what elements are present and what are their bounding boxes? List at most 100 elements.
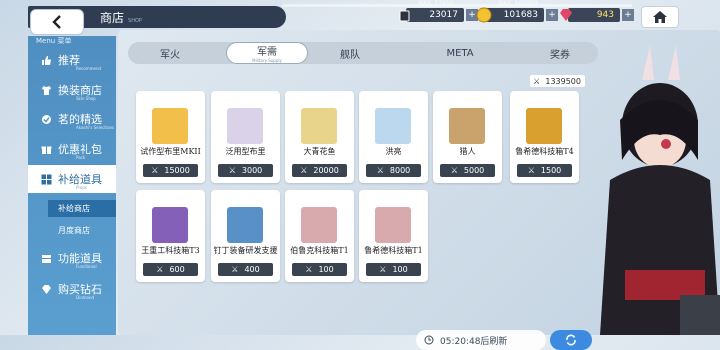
sidebar-item-diamond[interactable]: 购买钻石 Diamond	[28, 275, 116, 303]
sidebar-item-props[interactable]: 补给道具 Props	[28, 165, 116, 193]
item-image-icon	[152, 108, 188, 144]
tab-label: META	[446, 47, 474, 59]
subitem-label: 月度商店	[58, 226, 90, 235]
item-name: 伯鲁克科技箱T1	[290, 246, 349, 255]
crossed-swords-icon: ⚔	[300, 166, 308, 175]
crossed-swords-icon: ⚔	[231, 265, 239, 274]
item-price: ⚔ 1500	[517, 164, 572, 177]
sidebar-item-sub: Recommend	[76, 66, 102, 71]
item-name: 猎人	[459, 147, 476, 156]
character-art	[580, 40, 720, 335]
crossed-swords-icon: ⚔	[151, 166, 159, 175]
item-price-value: 15000	[164, 166, 190, 175]
shirt-icon	[40, 84, 52, 96]
resource-coin-value: 101683	[486, 8, 544, 22]
item-card[interactable]: 鲁希德科技箱T4 ⚔ 1500	[510, 91, 579, 183]
item-image-icon	[301, 108, 337, 144]
resource-coin-max: MAX_109800	[498, 0, 538, 7]
oil-icon	[399, 10, 410, 22]
gift-icon	[40, 143, 52, 155]
item-image-icon	[301, 207, 337, 243]
tab-fleet[interactable]: 舰队	[320, 42, 380, 64]
sidebar-item-sub: Akashi's Selections	[76, 125, 115, 130]
subitem-supply-shop[interactable]: 补给商店	[48, 200, 116, 217]
resource-oil-value: 23017	[406, 8, 464, 22]
tab-military-supply[interactable]: 军需 Military Supply	[226, 42, 308, 64]
home-button[interactable]	[641, 6, 679, 28]
coin-add-button[interactable]: +	[546, 9, 558, 21]
item-price-value: 100	[318, 265, 334, 274]
item-name: 鲁希德科技箱T1	[364, 246, 423, 255]
sidebar-item-recommend[interactable]: 推荐 Recommend	[28, 46, 116, 74]
coin-icon	[476, 7, 492, 23]
item-card[interactable]: 鲁希德科技箱T1 ⚔ 100	[359, 190, 428, 282]
item-price-value: 5000	[463, 166, 485, 175]
crossed-swords-icon: ⚔	[450, 166, 458, 175]
item-card[interactable]: 王重工科技箱T3 ⚔ 600	[136, 190, 205, 282]
resource-gem: 943 +	[558, 6, 634, 24]
item-card[interactable]: 试作型布里MKII ⚔ 15000	[136, 91, 205, 183]
item-price-value: 600	[169, 265, 185, 274]
crossed-swords-icon: ⚔	[379, 265, 387, 274]
item-price-value: 400	[244, 265, 260, 274]
crossed-swords-icon: ⚔	[156, 265, 164, 274]
page-title-text: 商店	[100, 11, 125, 25]
item-image-icon	[227, 108, 263, 144]
item-card[interactable]: 泛用型布里 ⚔ 3000	[211, 91, 280, 183]
item-name: 试作型布里MKII	[140, 147, 201, 156]
crossed-swords-icon: ⚔	[228, 166, 236, 175]
item-image-icon	[375, 207, 411, 243]
sidebar-item-sub: Props	[76, 185, 87, 190]
resource-oil: MAX_17950 23017 +	[398, 0, 478, 24]
item-name: 洪亮	[385, 147, 402, 156]
item-card[interactable]: 伯鲁克科技箱T1 ⚔ 100	[285, 190, 354, 282]
refresh-button[interactable]	[550, 330, 592, 350]
item-image-icon	[227, 207, 263, 243]
chevron-left-icon	[52, 15, 61, 29]
item-price: ⚔ 600	[143, 263, 198, 276]
crossed-swords-icon: ⚔	[527, 166, 535, 175]
item-card[interactable]: 猎人 ⚔ 5000	[433, 91, 502, 183]
clock-icon	[424, 335, 434, 345]
item-price-value: 3000	[241, 166, 263, 175]
diamond-icon	[40, 283, 52, 295]
item-name: 鲁希德科技箱T4	[515, 147, 574, 156]
page-title-sub: SHOP	[128, 18, 142, 24]
thumbs-up-icon	[40, 54, 52, 66]
sidebar-item-selections[interactable]: 茗的精选 Akashi's Selections	[28, 105, 116, 133]
sidebar-header: Menu 菜单	[36, 37, 72, 45]
subitem-label: 补给商店	[58, 204, 90, 213]
item-name: 大青花鱼	[303, 147, 336, 156]
tab-sub: Military Supply	[252, 58, 282, 63]
grid-icon	[40, 173, 52, 185]
sidebar-item-sub: Pack	[76, 155, 86, 160]
refresh-icon	[566, 334, 576, 346]
item-card[interactable]: 钉丁装备研发支援 ⚔ 400	[211, 190, 280, 282]
item-name: 王重工科技箱T3	[141, 246, 200, 255]
tab-label: 舰队	[340, 49, 360, 61]
item-card[interactable]: 洪亮 ⚔ 8000	[359, 91, 428, 183]
sidebar-item-sub: Diamond	[76, 295, 95, 300]
item-price-value: 100	[392, 265, 408, 274]
tab-meta[interactable]: META	[430, 42, 490, 64]
gem-icon	[560, 9, 572, 21]
tab-label: 奖券	[550, 49, 570, 61]
item-price-value: 8000	[389, 166, 411, 175]
selection-icon	[40, 113, 52, 125]
sidebar-item-functional[interactable]: 功能道具 Functional	[28, 244, 116, 272]
tab-munitions[interactable]: 军火	[140, 42, 200, 64]
resource-gem-value: 943	[568, 8, 620, 22]
item-name: 钉丁装备研发支援	[213, 246, 278, 255]
item-card[interactable]: 大青花鱼 ⚔ 20000	[285, 91, 354, 183]
item-image-icon	[152, 207, 188, 243]
back-button[interactable]	[30, 9, 84, 35]
tab-coupon[interactable]: 奖券	[535, 42, 585, 64]
currency-counter-value: 1339500	[545, 76, 581, 86]
gem-add-button[interactable]: +	[622, 9, 634, 21]
sidebar-item-pack[interactable]: 优惠礼包 Pack	[28, 135, 116, 163]
item-price: ⚔ 5000	[440, 164, 495, 177]
item-price: ⚔ 3000	[218, 164, 273, 177]
item-price-value: 1500	[540, 166, 562, 175]
sidebar-item-skin-shop[interactable]: 换装商店 Skin Shop	[28, 76, 116, 104]
subitem-monthly-shop[interactable]: 月度商店	[48, 222, 116, 239]
